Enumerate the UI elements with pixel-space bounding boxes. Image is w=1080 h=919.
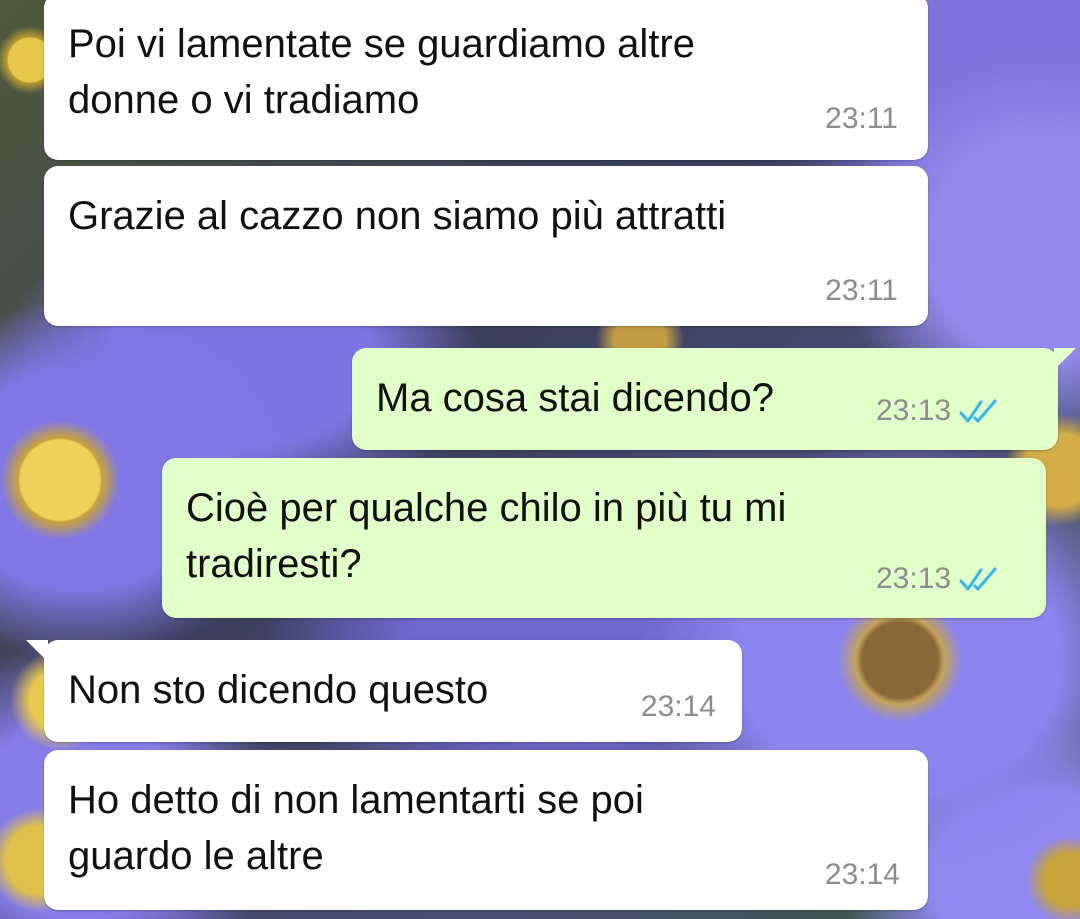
message-bubble-incoming[interactable]: Non sto dicendo questo 23:14 bbox=[26, 640, 742, 742]
bubble-tail bbox=[26, 640, 48, 662]
bubble-tail bbox=[1054, 348, 1076, 370]
message-bubble-outgoing[interactable]: Ma cosa stai dicendo? 23:13 bbox=[352, 348, 1076, 450]
message-bubble-incoming[interactable]: Poi vi lamentate se guardiamo altre donn… bbox=[44, 0, 928, 160]
message-time: 23:11 bbox=[825, 102, 898, 135]
double-check-icon bbox=[959, 399, 997, 423]
message-bubble-outgoing[interactable]: Cioè per qualche chilo in più tu mi trad… bbox=[162, 458, 1046, 618]
message-bubble-incoming[interactable]: Grazie al cazzo non siamo più attratti 2… bbox=[44, 166, 928, 326]
double-check-icon bbox=[959, 567, 997, 591]
message-text: Cioè per qualche chilo in più tu mi trad… bbox=[186, 486, 787, 586]
message-time: 23:13 bbox=[876, 562, 952, 595]
message-time: 23:14 bbox=[640, 690, 716, 723]
message-text: Non sto dicendo questo bbox=[68, 668, 489, 712]
message-text: Grazie al cazzo non siamo più attratti bbox=[68, 194, 727, 238]
message-text: Poi vi lamentate se guardiamo altre donn… bbox=[68, 22, 695, 122]
message-text: Ho detto di non lamentarti se poi guardo… bbox=[68, 778, 644, 878]
message-bubble-incoming[interactable]: Ho detto di non lamentarti se poi guardo… bbox=[44, 750, 928, 910]
message-text: Ma cosa stai dicendo? bbox=[376, 376, 775, 420]
message-time: 23:11 bbox=[825, 274, 898, 307]
message-time: 23:13 bbox=[876, 394, 952, 427]
message-time: 23:14 bbox=[824, 858, 900, 891]
